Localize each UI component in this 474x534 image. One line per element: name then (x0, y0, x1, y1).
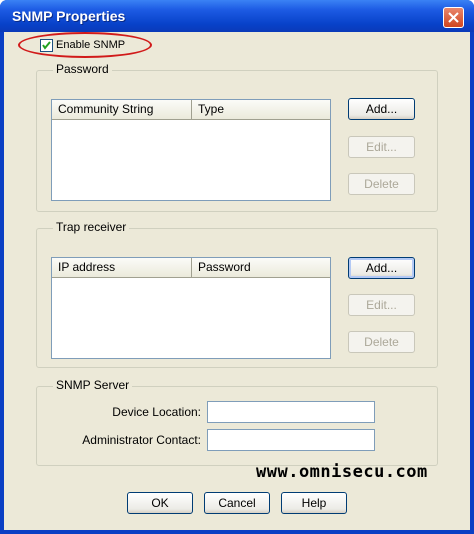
column-ip-address[interactable]: IP address (52, 258, 192, 278)
cancel-button[interactable]: Cancel (204, 492, 270, 514)
column-password[interactable]: Password (192, 258, 330, 278)
trap-receiver-list[interactable]: IP address Password (51, 257, 331, 359)
highlight-circle (18, 32, 152, 58)
watermark-text: www.omnisecu.com (256, 462, 428, 482)
close-icon (448, 12, 459, 23)
community-list-header: Community String Type (52, 100, 330, 120)
password-group-title: Password (53, 62, 112, 76)
snmp-server-group-title: SNMP Server (53, 378, 133, 392)
column-type[interactable]: Type (192, 100, 330, 120)
trap-delete-button[interactable]: Delete (348, 331, 415, 353)
snmp-server-group (36, 386, 438, 466)
trap-edit-button[interactable]: Edit... (348, 294, 415, 316)
dialog-body: Enable SNMP Password Community String Ty… (4, 32, 470, 530)
password-edit-button[interactable]: Edit... (348, 136, 415, 158)
trap-list-header: IP address Password (52, 258, 330, 278)
admin-contact-input[interactable] (207, 429, 375, 451)
help-button[interactable]: Help (281, 492, 347, 514)
device-location-label: Device Location: (112, 405, 201, 419)
window-title: SNMP Properties (12, 8, 126, 24)
community-list[interactable]: Community String Type (51, 99, 331, 201)
ok-button[interactable]: OK (127, 492, 193, 514)
device-location-input[interactable] (207, 401, 375, 423)
snmp-properties-window: SNMP Properties Enable SNMP Password Com… (0, 0, 474, 534)
trap-add-button[interactable]: Add... (348, 257, 415, 279)
password-delete-button[interactable]: Delete (348, 173, 415, 195)
trap-receiver-group-title: Trap receiver (53, 220, 130, 234)
admin-contact-label: Administrator Contact: (82, 433, 201, 447)
column-community-string[interactable]: Community String (52, 100, 192, 120)
close-button[interactable] (443, 7, 464, 28)
title-bar: SNMP Properties (0, 0, 474, 32)
password-add-button[interactable]: Add... (348, 98, 415, 120)
